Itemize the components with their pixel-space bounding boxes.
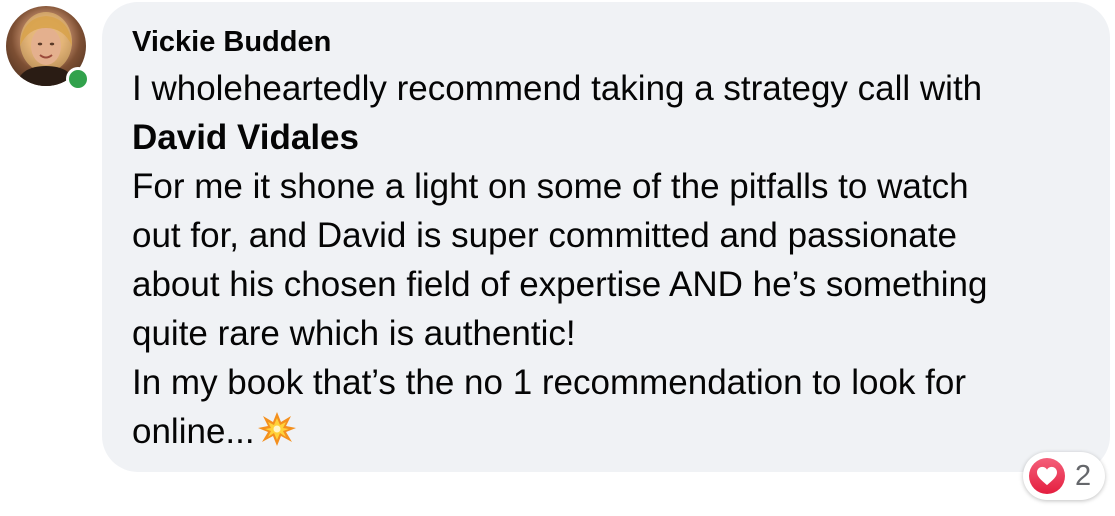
online-status-indicator [66,67,90,91]
heart-icon [1029,458,1065,494]
comment-line: out for, and David is super committed an… [132,216,957,255]
comment-line: For me it shone a light on some of the p… [132,167,969,206]
comment-line: I wholeheartedly recommend taking a stra… [132,69,983,108]
reaction-summary[interactable]: 2 [1023,452,1105,500]
comment-line: quite rare which is authentic! [132,314,576,353]
collision-emoji-icon [257,411,297,460]
reaction-count: 2 [1075,459,1092,492]
comment-line: In my book that’s the no 1 recommendatio… [132,363,966,402]
comment-line: online... [132,412,255,451]
comment-author-name[interactable]: Vickie Budden [132,24,1080,60]
mention-link[interactable]: David Vidales [132,113,1080,162]
avatar-container[interactable] [6,6,90,91]
comment-line: about his chosen field of expertise AND … [132,265,988,304]
comment-bubble: Vickie Budden I wholeheartedly recommend… [102,2,1110,472]
comment-line-last: online... [132,407,1080,460]
comment-text: I wholeheartedly recommend taking a stra… [132,64,1080,460]
